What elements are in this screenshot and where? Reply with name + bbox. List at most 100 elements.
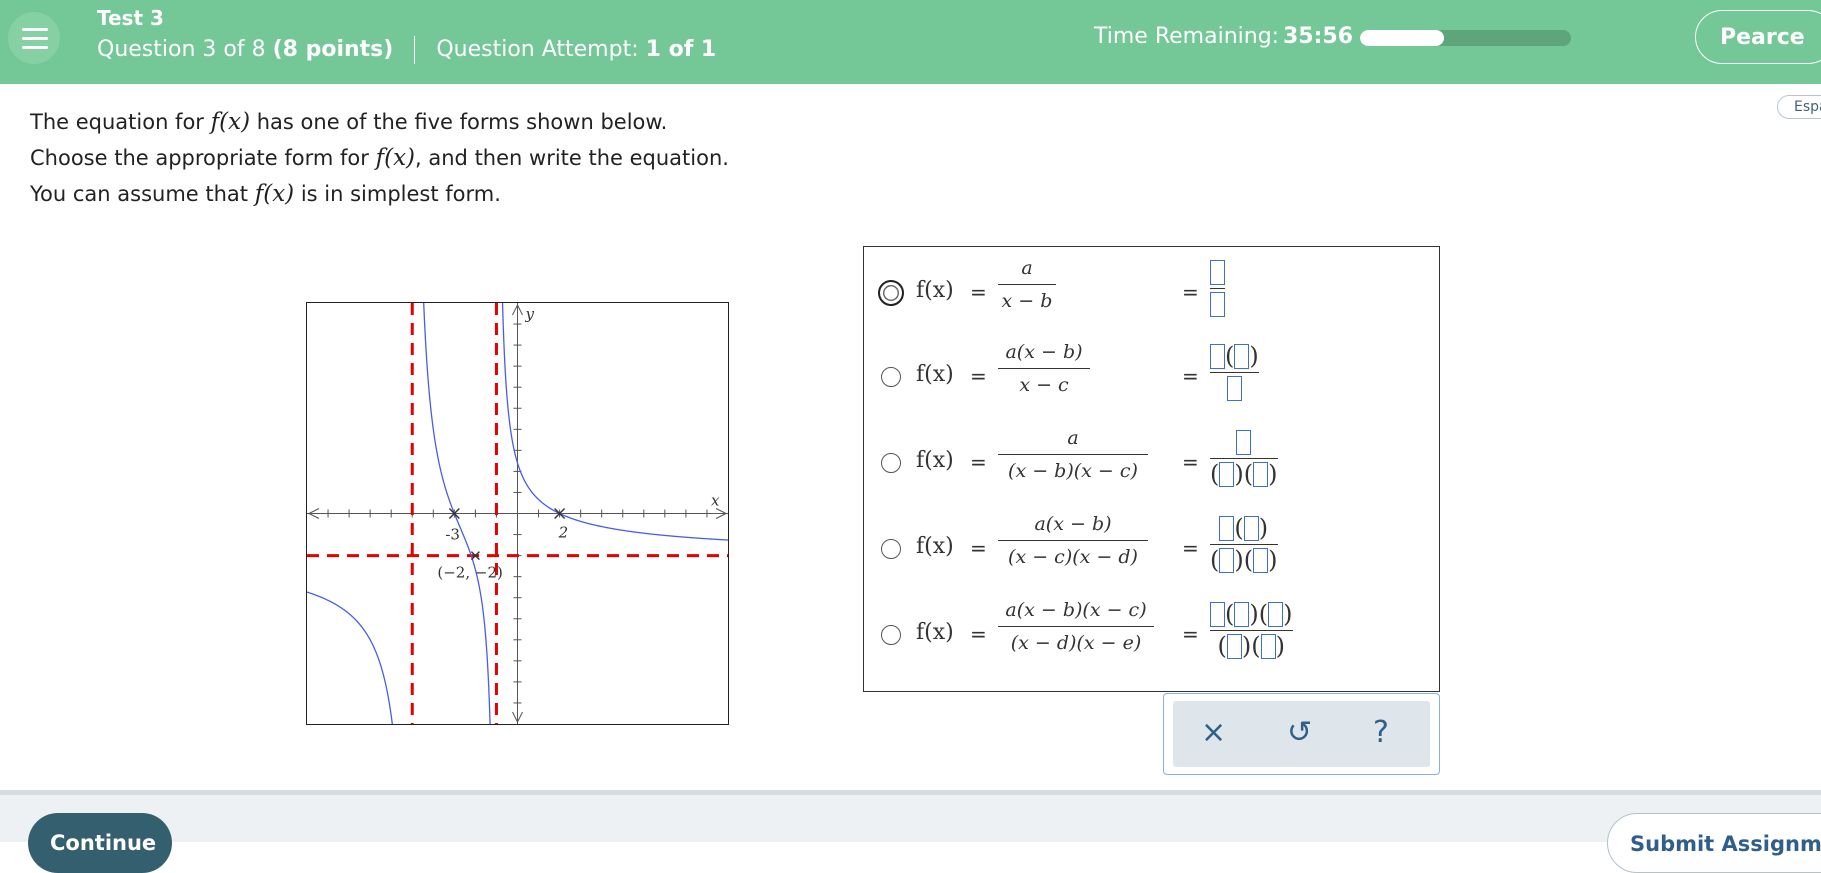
option-radio[interactable]	[878, 280, 904, 306]
attempt-value: 1 of 1	[645, 37, 717, 62]
question-info: Question 3 of 8 (8 points) Question Atte…	[97, 36, 716, 64]
language-button[interactable]: Espa	[1777, 95, 1821, 119]
graph-canvas: y x -3 2 (−2, −2)	[307, 303, 728, 724]
paren: )	[1268, 460, 1278, 488]
option-radio[interactable]	[881, 539, 901, 559]
function-curve	[501, 303, 728, 541]
option-radio[interactable]	[881, 453, 901, 473]
help-icon[interactable]: ?	[1373, 715, 1389, 750]
answer-slot[interactable]	[1234, 344, 1250, 369]
answer-slot[interactable]	[1253, 462, 1269, 487]
instruction-text: The equation for	[30, 110, 204, 134]
equals-sign: =	[970, 280, 987, 304]
time-progress-fill	[1360, 30, 1445, 46]
tools-panel: × ↺ ?	[1173, 701, 1430, 767]
form-numerator: a	[1021, 257, 1033, 279]
paren: (	[1234, 514, 1244, 542]
answer-denominator	[1210, 292, 1225, 317]
option-form-fraction: a(x − b) (x − c)(x − d)	[998, 513, 1148, 568]
undo-icon[interactable]: ↺	[1287, 715, 1312, 750]
answer-slot[interactable]	[1219, 516, 1235, 541]
paren: (	[1251, 632, 1261, 660]
paren: )	[1249, 600, 1259, 628]
paren: )	[1234, 460, 1244, 488]
equals-sign: =	[970, 536, 987, 560]
answer-slot[interactable]	[1268, 602, 1284, 627]
paren: (	[1210, 546, 1220, 574]
answer-option-5[interactable]: f(x) = a(x − b)(x − c) (x − d)(x − e) =()()(…	[864, 593, 1441, 677]
form-denominator: x − b	[1001, 290, 1053, 312]
answer-numerator: ()()	[1210, 602, 1293, 627]
answer-slot[interactable]	[1219, 548, 1235, 573]
form-numerator: a	[1067, 427, 1079, 449]
paren: )	[1258, 514, 1269, 542]
continue-button[interactable]: Continue	[28, 813, 172, 873]
answer-slot[interactable]	[1210, 260, 1225, 285]
answer-option-2[interactable]: f(x) = a(x − b) x − c = ()	[864, 335, 1441, 419]
equals-sign: =	[1182, 536, 1199, 560]
answer-slot[interactable]	[1234, 602, 1250, 627]
answer-slot[interactable]	[1253, 548, 1269, 573]
question-instructions: The equation for f(x) has one of the fiv…	[30, 104, 729, 212]
answer-tools: × ↺ ?	[1163, 693, 1440, 775]
time-remaining-value: 35:56	[1283, 24, 1354, 49]
paren: (	[1225, 600, 1235, 628]
user-name: Pearce	[1720, 25, 1805, 50]
user-menu-button[interactable]: Pearce	[1695, 10, 1821, 64]
option-radio[interactable]	[881, 367, 901, 387]
answer-option-1[interactable]: f(x) = a x − b =	[864, 251, 1441, 335]
form-numerator: a(x − b)	[1005, 341, 1083, 363]
instruction-text: Choose the appropriate form for	[30, 146, 369, 170]
answer-slot[interactable]	[1236, 430, 1252, 455]
answer-slot[interactable]	[1243, 516, 1259, 541]
answer-option-4[interactable]: f(x) = a(x − b) (x − c)(x − d) =()()()	[864, 507, 1441, 591]
answer-slot[interactable]	[1260, 634, 1276, 659]
form-denominator: (x − b)(x − c)	[1008, 460, 1138, 482]
equals-sign: =	[970, 622, 987, 646]
fraction-bar	[1210, 544, 1278, 545]
time-progress-bar	[1360, 30, 1571, 46]
fraction-bar	[1210, 458, 1278, 459]
menu-icon[interactable]	[8, 12, 60, 64]
answer-slot[interactable]	[1210, 602, 1225, 627]
form-numerator: a(x − b)(x − c)	[1005, 599, 1147, 621]
form-denominator: (x − d)(x − e)	[1010, 632, 1142, 654]
answer-form-box: f(x) = a x − b = f(x) = a(x − b) x − c =() f(x) = a(…	[863, 246, 1440, 692]
paren: )	[1249, 342, 1259, 370]
paren: )	[1268, 546, 1278, 574]
answer-numerator	[1210, 260, 1225, 285]
equals-sign: =	[1182, 364, 1199, 388]
option-form-fraction: a (x − b)(x − c)	[998, 427, 1148, 482]
fraction-bar	[1210, 288, 1225, 289]
answer-input-fraction: ()	[1210, 344, 1259, 401]
answer-input-fraction	[1210, 260, 1225, 317]
option-function-label: f(x)	[916, 448, 954, 473]
answer-slot[interactable]	[1226, 634, 1242, 659]
form-denominator: (x − c)(x − d)	[1008, 546, 1138, 568]
option-function-label: f(x)	[916, 620, 954, 645]
answer-option-3[interactable]: f(x) = a (x − b)(x − c) =()()	[864, 421, 1441, 505]
clear-icon[interactable]: ×	[1201, 715, 1226, 750]
function-curve	[307, 591, 393, 724]
x-axis-label: x	[711, 492, 720, 510]
option-radio[interactable]	[881, 625, 901, 645]
option-function-label: f(x)	[916, 534, 954, 559]
function-graph: y x -3 2 (−2, −2)	[306, 302, 729, 725]
instruction-text: has one of the five forms shown below.	[256, 110, 668, 134]
paren: )	[1283, 600, 1293, 628]
fx-symbol: f(x)	[254, 181, 295, 207]
question-number: Question 3 of 8	[97, 37, 266, 62]
submit-assignment-button[interactable]: Submit Assignment	[1607, 813, 1821, 873]
paren: (	[1217, 632, 1227, 660]
answer-slot[interactable]	[1226, 376, 1242, 401]
answer-slot[interactable]	[1210, 344, 1225, 369]
answer-slot[interactable]	[1219, 462, 1235, 487]
top-bar: Test 3 Question 3 of 8 (8 points) Questi…	[0, 0, 1821, 84]
fx-symbol: f(x)	[375, 145, 416, 171]
equals-sign: =	[1182, 450, 1199, 474]
form-denominator: x − c	[1019, 374, 1069, 396]
answer-slot[interactable]	[1210, 292, 1225, 317]
option-function-label: f(x)	[916, 278, 954, 303]
answer-input-fraction: ()()	[1210, 430, 1278, 487]
test-name: Test 3	[97, 6, 164, 30]
